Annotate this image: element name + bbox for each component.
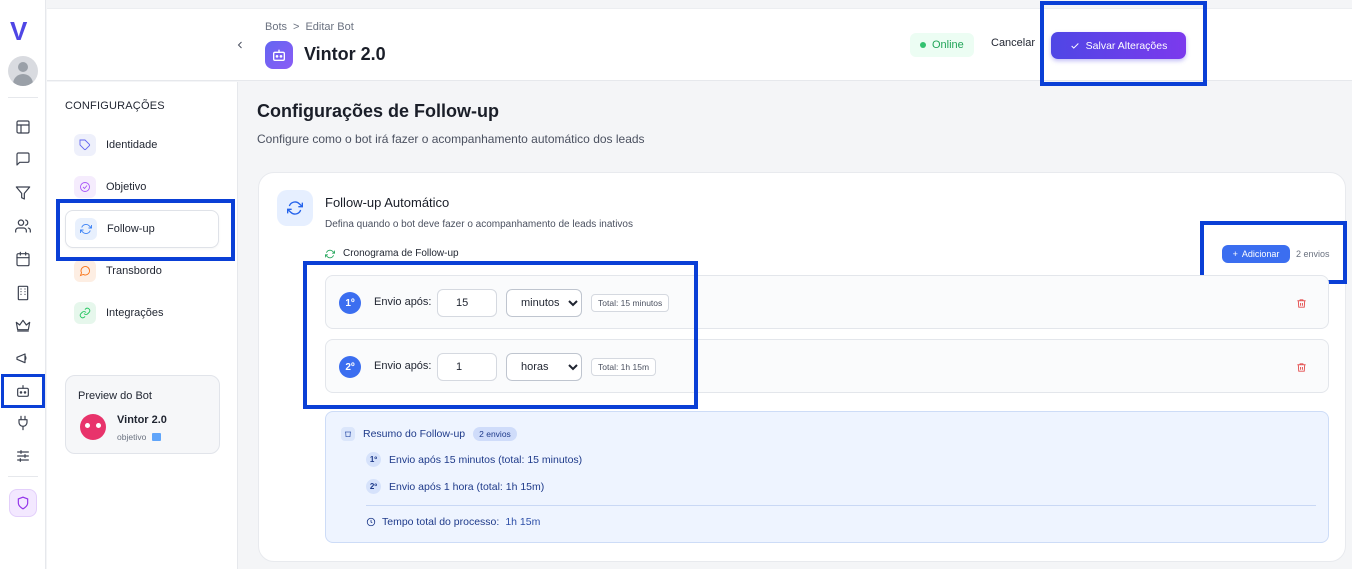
plus-icon: + [1232,249,1238,259]
shield-icon [17,496,29,510]
summary-row-text: Envio após 15 minutos (total: 15 minutos… [389,453,583,466]
rail-megaphone-icon[interactable] [11,346,35,370]
preview-subtitle: objetivo [117,432,162,442]
preview-bot-name: Vintor 2.0 [117,414,167,426]
link-icon [74,302,96,324]
rail-users-icon[interactable] [11,214,35,238]
page-title: Configurações de Follow-up [257,101,499,121]
summary-divider [366,505,1316,506]
summary-header: Resumo do Follow-up 2 envios [341,427,517,441]
summary-row-text: Envio após 1 hora (total: 1h 15m) [389,480,545,493]
bot-mascot-icon [80,414,106,440]
rail-building-icon[interactable] [11,281,35,305]
sidebar-item-label: Objetivo [106,181,147,193]
summary-row-badge: 2º [366,479,381,494]
rail-plug-icon[interactable] [11,411,35,435]
refresh-icon [277,190,313,226]
bot-preview-card: Preview do Bot Vintor 2.0 objetivo [65,375,220,454]
schedule-label-text: Cronograma de Follow-up [343,248,459,259]
calendar-icon [152,433,162,441]
sidebar-item-label: Identidade [106,139,158,151]
settings-sidebar: CONFIGURAÇÕES Identidade Objetivo Follow… [47,82,238,569]
trash-icon [1296,362,1306,372]
summary-row-badge: 1º [366,452,381,467]
bot-avatar [265,41,293,69]
target-icon [74,176,96,198]
card-title: Follow-up Automático [325,195,450,210]
rail-bot-icon[interactable] [1,374,45,408]
save-button-label: Salvar Alterações [1085,39,1168,52]
breadcrumb-root[interactable]: Bots [265,21,287,33]
trash-icon [1296,298,1306,308]
summary-total-label: Tempo total do processo: [382,516,500,528]
follow-up-card: Follow-up Automático Defina quando o bot… [258,172,1347,562]
page-subtitle: Configure como o bot irá fazer o acompan… [257,132,645,146]
cancel-button[interactable]: Cancelar [991,37,1035,49]
delete-step-button[interactable] [1294,296,1308,310]
rail-funnel-icon[interactable] [11,181,35,205]
card-subtitle: Defina quando o bot deve fazer o acompan… [325,219,633,230]
status-badge: Online [910,33,974,57]
preview-title: Preview do Bot [78,390,152,402]
follow-up-highlight-box [56,199,235,261]
app-logo[interactable]: V [10,18,34,44]
schedule-label: Cronograma de Follow-up [325,248,459,259]
sidebar-item-label: Integrações [106,307,164,319]
sidebar-item-identidade[interactable]: Identidade [65,126,219,164]
summary-total: Tempo total do processo: 1h 15m [366,516,540,528]
summary-total-value: 1h 15m [505,516,541,528]
summary-row: 1º Envio após 15 minutos (total: 15 minu… [366,452,582,467]
tag-icon [74,134,96,156]
summary-row: 2º Envio após 1 hora (total: 1h 15m) [366,479,544,494]
status-label: Online [932,39,964,51]
refresh-small-icon [325,249,335,258]
chat-icon [74,260,96,282]
rail-calendar-icon[interactable] [11,247,35,271]
step-count: 2 envios [1296,249,1330,259]
rail-chat-icon[interactable] [11,147,35,171]
breadcrumb: Bots > Editar Bot [265,21,354,33]
save-button[interactable]: Salvar Alterações [1051,32,1186,59]
rail-dashboard-icon[interactable] [11,115,35,139]
clock-icon [366,517,376,527]
add-step-label: Adicionar [1241,249,1280,259]
trash-small-icon [341,427,355,441]
rail-sliders-icon[interactable] [11,444,35,468]
summary-title: Resumo do Follow-up [363,428,466,440]
sidebar-title: CONFIGURAÇÕES [65,100,165,112]
rail-crown-icon[interactable] [11,313,35,337]
breadcrumb-separator: > [293,21,300,33]
sidebar-item-label: Transbordo [106,265,162,277]
icon-rail: V [0,0,46,569]
bot-title: Vintor 2.0 [304,44,386,64]
sidebar-item-integracoes[interactable]: Integrações [65,294,219,332]
bot-icon [273,49,285,61]
preview-subtitle-text: objetivo [117,432,147,442]
delete-step-button[interactable] [1294,360,1308,374]
steps-highlight-box [303,261,698,409]
top-header: Bots > Editar Bot Vintor 2.0 Online Canc… [47,1,1352,86]
add-step-button[interactable]: + Adicionar [1222,245,1290,263]
chevron-left-icon [237,41,242,49]
follow-up-summary: Resumo do Follow-up 2 envios 1º Envio ap… [325,411,1329,543]
check-icon [1070,42,1079,49]
back-button[interactable] [232,35,248,55]
rail-divider [8,97,38,98]
rail-divider [8,476,38,477]
shield-button[interactable] [9,489,37,517]
user-avatar[interactable] [8,56,38,86]
summary-count-pill: 2 envios [473,427,517,441]
status-dot-icon [920,42,926,48]
breadcrumb-current: Editar Bot [305,21,354,33]
